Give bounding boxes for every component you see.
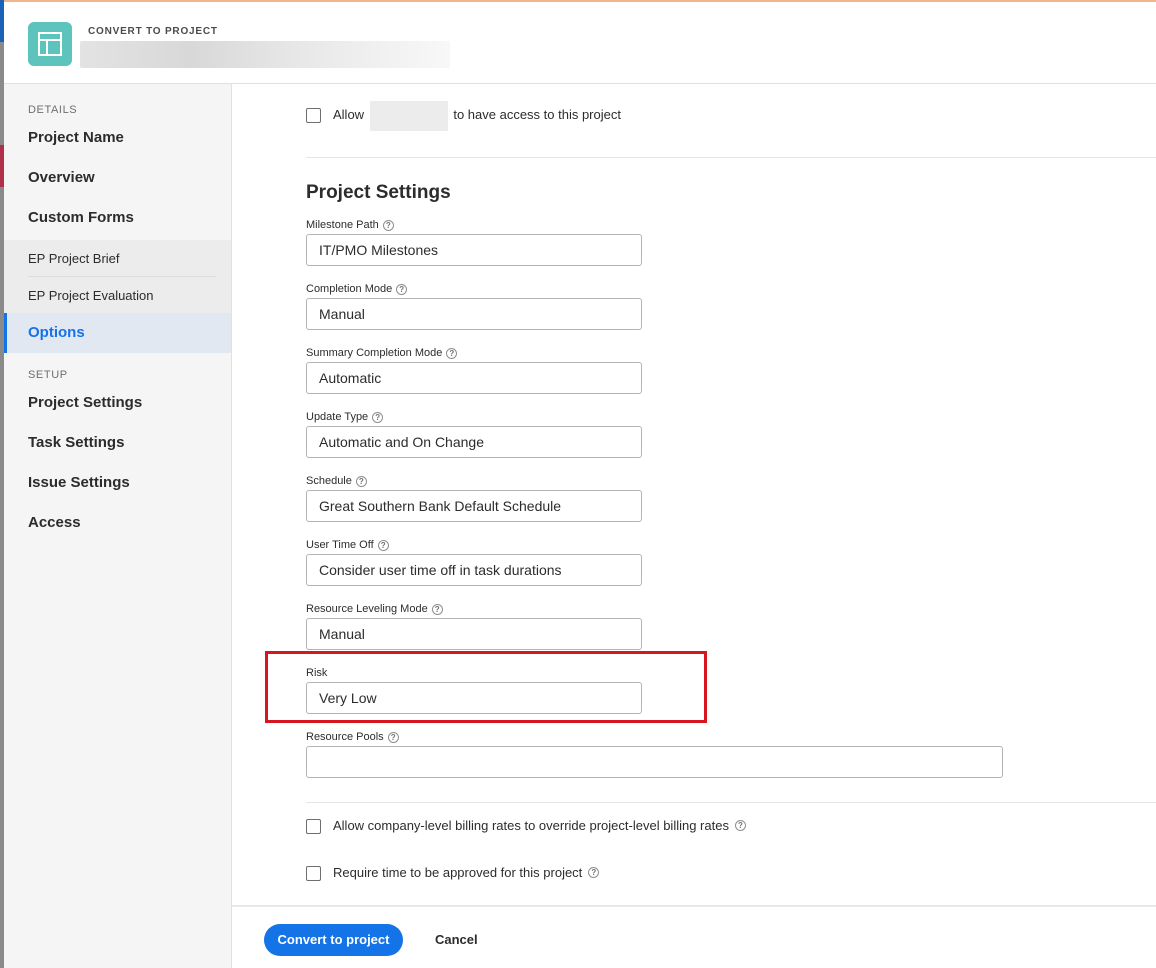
divider bbox=[306, 157, 1156, 158]
sidebar-item-custom-forms[interactable]: Custom Forms bbox=[4, 198, 231, 238]
schedule-select[interactable]: Great Southern Bank Default Schedule bbox=[306, 490, 642, 522]
update-type-label-text: Update Type bbox=[306, 411, 369, 423]
options-panel: Allow to have access to this project Pro… bbox=[232, 84, 1156, 906]
sidebar-item-ep-project-brief[interactable]: EP Project Brief bbox=[4, 240, 231, 277]
summary-completion-mode-label-text: Summary Completion Mode bbox=[306, 347, 443, 359]
cancel-button[interactable]: Cancel bbox=[435, 924, 478, 956]
sidebar-item-options[interactable]: Options bbox=[4, 313, 231, 353]
help-icon[interactable]: ? bbox=[377, 539, 389, 551]
allow-access-checkbox[interactable] bbox=[306, 108, 321, 123]
help-icon[interactable]: ? bbox=[396, 283, 408, 295]
milestone-path-select[interactable]: IT/PMO Milestones bbox=[306, 234, 642, 266]
billing-rates-label: Allow company-level billing rates to ove… bbox=[333, 818, 746, 833]
redacted-project-name bbox=[80, 41, 450, 68]
convert-to-project-button[interactable]: Convert to project bbox=[264, 924, 403, 956]
sidebar-item-project-settings[interactable]: Project Settings bbox=[4, 383, 231, 423]
approve-time-checkbox[interactable] bbox=[306, 866, 321, 881]
sidebar: DETAILS Project Name Overview Custom For… bbox=[4, 84, 232, 968]
update-type-select[interactable]: Automatic and On Change bbox=[306, 426, 642, 458]
approve-time-label: Require time to be approved for this pro… bbox=[333, 865, 600, 880]
sidebar-section-details: DETAILS bbox=[28, 104, 78, 116]
dialog-footer: Convert to project Cancel bbox=[232, 905, 1156, 968]
sidebar-item-issue-settings[interactable]: Issue Settings bbox=[4, 463, 231, 503]
help-icon[interactable]: ? bbox=[382, 219, 394, 231]
help-icon[interactable]: ? bbox=[431, 603, 443, 615]
sidebar-item-overview[interactable]: Overview bbox=[4, 158, 231, 198]
summary-completion-mode-select[interactable]: Automatic bbox=[306, 362, 642, 394]
billing-rates-label-text: Allow company-level billing rates to ove… bbox=[333, 818, 729, 833]
help-icon[interactable]: ? bbox=[446, 347, 458, 359]
update-type-label: Update Type? bbox=[306, 411, 384, 423]
resource-leveling-mode-select[interactable]: Manual bbox=[306, 618, 642, 650]
dialog-header: CONVERT TO PROJECT bbox=[4, 2, 1156, 84]
summary-completion-mode-label: Summary Completion Mode? bbox=[306, 347, 458, 359]
redacted-group-name bbox=[369, 100, 448, 131]
help-icon[interactable]: ? bbox=[588, 867, 600, 878]
resource-pools-label: Resource Pools? bbox=[306, 731, 399, 743]
convert-to-project-dialog: CONVERT TO PROJECT DETAILS Project Name … bbox=[0, 0, 1156, 968]
project-template-icon bbox=[28, 22, 72, 66]
approve-time-label-text: Require time to be approved for this pro… bbox=[333, 865, 583, 880]
help-icon[interactable]: ? bbox=[372, 411, 384, 423]
resource-pools-input[interactable] bbox=[306, 746, 1003, 778]
milestone-path-label-text: Milestone Path bbox=[306, 219, 379, 231]
user-time-off-label-text: User Time Off bbox=[306, 539, 374, 551]
dialog-kicker: CONVERT TO PROJECT bbox=[88, 26, 218, 37]
project-settings-heading: Project Settings bbox=[306, 182, 451, 203]
divider bbox=[306, 802, 1156, 803]
sidebar-item-task-settings[interactable]: Task Settings bbox=[4, 423, 231, 463]
completion-mode-select[interactable]: Manual bbox=[306, 298, 642, 330]
sidebar-item-ep-project-evaluation[interactable]: EP Project Evaluation bbox=[4, 277, 231, 314]
user-time-off-label: User Time Off? bbox=[306, 539, 389, 551]
resource-pools-label-text: Resource Pools bbox=[306, 731, 384, 743]
completion-mode-label-text: Completion Mode bbox=[306, 283, 393, 295]
help-icon[interactable]: ? bbox=[387, 731, 399, 743]
help-icon[interactable]: ? bbox=[734, 820, 746, 831]
user-time-off-select[interactable]: Consider user time off in task durations bbox=[306, 554, 642, 586]
allow-access-suffix: to have access to this project bbox=[453, 107, 621, 122]
sidebar-section-setup: SETUP bbox=[28, 369, 68, 381]
completion-mode-label: Completion Mode? bbox=[306, 283, 408, 295]
sidebar-item-project-name[interactable]: Project Name bbox=[4, 118, 231, 158]
resource-leveling-mode-label-text: Resource Leveling Mode bbox=[306, 603, 428, 615]
allow-access-prefix: Allow bbox=[333, 107, 365, 122]
risk-highlight-box bbox=[265, 651, 707, 723]
help-icon[interactable]: ? bbox=[355, 475, 367, 487]
allow-access-label: Allow to have access to this project bbox=[333, 100, 621, 131]
sidebar-item-access[interactable]: Access bbox=[4, 503, 231, 543]
resource-leveling-mode-label: Resource Leveling Mode? bbox=[306, 603, 443, 615]
schedule-label-text: Schedule bbox=[306, 475, 352, 487]
billing-rates-checkbox[interactable] bbox=[306, 819, 321, 834]
schedule-label: Schedule? bbox=[306, 475, 367, 487]
milestone-path-label: Milestone Path? bbox=[306, 219, 394, 231]
